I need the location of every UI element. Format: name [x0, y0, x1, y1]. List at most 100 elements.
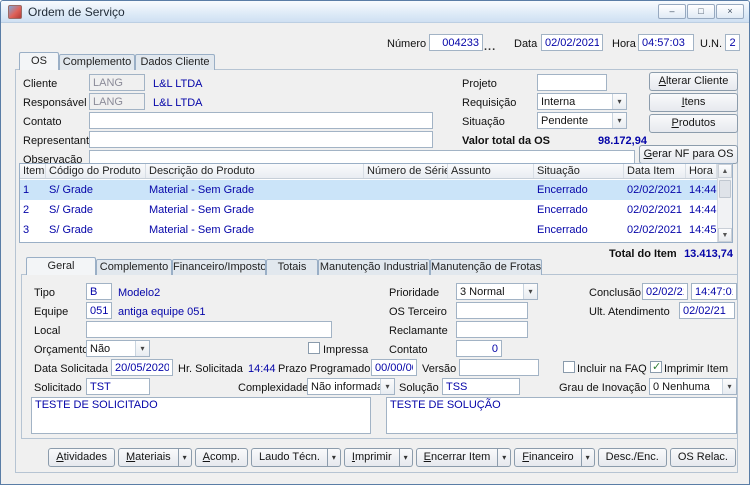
- financeiro-button[interactable]: Financeiro: [514, 448, 581, 467]
- imprimir-dropdown-icon[interactable]: ▾: [400, 448, 413, 467]
- solucao-textarea[interactable]: TESTE DE SOLUÇÃO: [386, 397, 737, 434]
- col-header-hora[interactable]: Hora: [686, 164, 717, 178]
- complexidade-select[interactable]: Não informada ▾: [307, 378, 395, 395]
- valor-total-label: Valor total da OS: [462, 135, 550, 147]
- table-row[interactable]: 3 S/ Grade Material - Sem Grade Encerrad…: [20, 220, 717, 240]
- col-header-data[interactable]: Data Item: [624, 164, 686, 178]
- col-header-assunto[interactable]: Assunto: [448, 164, 534, 178]
- materiais-button[interactable]: Materiais: [118, 448, 179, 467]
- chevron-down-icon: ▾: [722, 379, 736, 394]
- window-controls: – □ ×: [658, 4, 744, 19]
- impressa-checkbox[interactable]: [308, 342, 320, 354]
- cell-codigo: S/ Grade: [46, 200, 146, 220]
- col-header-item[interactable]: Item: [20, 164, 46, 178]
- contato-geral-input[interactable]: [456, 340, 502, 357]
- ult-atendimento-input[interactable]: [679, 302, 735, 319]
- grid-scrollbar[interactable]: ▲ ▼: [717, 164, 732, 242]
- cell-situacao: Encerrado: [534, 180, 624, 200]
- produtos-button[interactable]: Produtos: [649, 114, 738, 133]
- tab-manutencao-industrial[interactable]: Manutenção Industrial: [318, 259, 430, 275]
- un-input[interactable]: [725, 34, 740, 51]
- tab-financeiro-impostos[interactable]: Financeiro/Impostos: [172, 259, 266, 275]
- maximize-icon[interactable]: □: [687, 4, 715, 19]
- titlebar[interactable]: Ordem de Serviço – □ ×: [1, 1, 749, 23]
- desc-enc-button[interactable]: Desc./Enc.: [598, 448, 667, 467]
- orcamento-select[interactable]: Não ▾: [86, 340, 150, 357]
- tab-geral[interactable]: Geral: [26, 257, 96, 275]
- encerrar-splitbutton: Encerrar Item ▾: [416, 448, 512, 467]
- hora-input[interactable]: [638, 34, 694, 51]
- prioridade-select[interactable]: 3 Normal ▾: [456, 283, 538, 300]
- acomp-button[interactable]: Acomp.: [195, 448, 248, 467]
- cell-descricao: Material - Sem Grade: [146, 240, 364, 242]
- tab-dados-cliente[interactable]: Dados Cliente: [135, 54, 215, 70]
- situacao-select[interactable]: Pendente ▾: [537, 112, 627, 129]
- solucao-input[interactable]: [442, 378, 520, 395]
- prazo-programado-input[interactable]: [371, 359, 417, 376]
- scroll-up-icon[interactable]: ▲: [718, 164, 732, 178]
- encerrar-dropdown-icon[interactable]: ▾: [498, 448, 511, 467]
- grau-inovacao-value: 0 Nenhuma: [650, 381, 722, 393]
- equipe-input[interactable]: [86, 302, 112, 319]
- conclusao-time-input[interactable]: [691, 283, 737, 300]
- imprimir-item-checkbox[interactable]: [650, 361, 662, 373]
- tipo-input[interactable]: [86, 283, 112, 300]
- scrollbar-thumb[interactable]: [719, 180, 731, 198]
- reclamante-input[interactable]: [456, 321, 528, 338]
- responsavel-name: L&L LTDA: [153, 97, 203, 109]
- responsavel-code-input[interactable]: [89, 93, 145, 110]
- cell-item: 2: [20, 200, 46, 220]
- cell-codigo: S/ Grade: [46, 240, 146, 242]
- atividades-button[interactable]: Atividades: [48, 448, 115, 467]
- projeto-input[interactable]: [537, 74, 607, 91]
- table-row[interactable]: 4 S/ Grade Material - Sem Grade 02/02/20…: [20, 240, 717, 242]
- laudo-splitbutton: Laudo Técn. ▾: [251, 448, 341, 467]
- incluir-faq-checkbox[interactable]: [563, 361, 575, 373]
- scroll-down-icon[interactable]: ▼: [718, 228, 732, 242]
- cell-item: 3: [20, 220, 46, 240]
- tab-totais[interactable]: Totais: [266, 259, 318, 275]
- tab-complemento-detalhe[interactable]: Complemento: [96, 259, 172, 275]
- versao-input[interactable]: [459, 359, 539, 376]
- requisicao-select[interactable]: Interna ▾: [537, 93, 627, 110]
- close-icon[interactable]: ×: [716, 4, 744, 19]
- laudo-dropdown-icon[interactable]: ▾: [328, 448, 341, 467]
- conclusao-date-input[interactable]: [642, 283, 688, 300]
- materiais-dropdown-icon[interactable]: ▾: [179, 448, 192, 467]
- numero-input[interactable]: [429, 34, 483, 51]
- cliente-code-input[interactable]: [89, 74, 145, 91]
- grau-inovacao-select[interactable]: 0 Nenhuma ▾: [649, 378, 737, 395]
- minimize-icon[interactable]: –: [658, 4, 686, 19]
- os-terceiro-input[interactable]: [456, 302, 528, 319]
- laudo-tecnico-button[interactable]: Laudo Técn.: [251, 448, 328, 467]
- itens-button[interactable]: Itens: [649, 93, 738, 112]
- imprimir-button[interactable]: Imprimir: [344, 448, 400, 467]
- tab-complemento[interactable]: Complemento: [59, 54, 135, 70]
- data-solicitada-input[interactable]: [111, 359, 173, 376]
- col-header-descricao[interactable]: Descrição do Produto: [146, 164, 364, 178]
- col-header-serie[interactable]: Número de Série: [364, 164, 448, 178]
- solicitado-input[interactable]: [86, 378, 150, 395]
- financeiro-dropdown-icon[interactable]: ▾: [582, 448, 595, 467]
- table-row[interactable]: 2 S/ Grade Material - Sem Grade Encerrad…: [20, 200, 717, 220]
- table-row[interactable]: 1 S/ Grade Material - Sem Grade Encerrad…: [20, 180, 717, 200]
- gerar-nf-button[interactable]: Gerar NF para OS: [639, 145, 738, 164]
- cell-descricao: Material - Sem Grade: [146, 180, 364, 200]
- solucao-label: Solução: [399, 382, 439, 394]
- col-header-codigo[interactable]: Código do Produto: [46, 164, 146, 178]
- numero-browse-button[interactable]: ...: [484, 42, 496, 52]
- representante-input[interactable]: [89, 131, 433, 148]
- tab-os[interactable]: OS: [19, 52, 59, 70]
- reclamante-label: Reclamante: [389, 325, 448, 337]
- encerrar-item-button[interactable]: Encerrar Item: [416, 448, 499, 467]
- data-input[interactable]: [541, 34, 603, 51]
- local-input[interactable]: [86, 321, 332, 338]
- os-relac-button[interactable]: OS Relac.: [670, 448, 736, 467]
- solicitado-textarea[interactable]: TESTE DE SOLICITADO: [31, 397, 371, 434]
- tab-manutencao-frotas[interactable]: Manutenção de Frotas: [430, 259, 542, 275]
- contato-input[interactable]: [89, 112, 433, 129]
- alterar-cliente-button[interactable]: Alterar Cliente: [649, 72, 738, 91]
- representante-label: Representante: [23, 135, 95, 147]
- cell-serie: [364, 180, 448, 200]
- col-header-situacao[interactable]: Situação: [534, 164, 624, 178]
